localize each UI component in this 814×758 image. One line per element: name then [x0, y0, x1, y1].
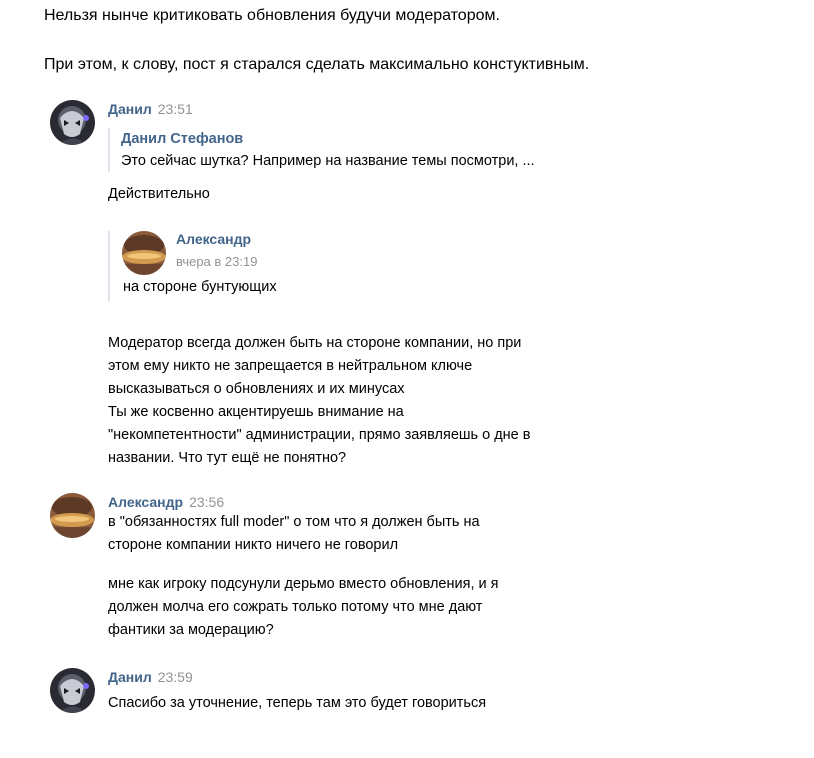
message-time[interactable]: 23:59: [158, 669, 193, 685]
quote-text: на стороне бунтующих: [123, 279, 277, 295]
message-header: Данил 23:59: [108, 668, 193, 686]
message-line: "некомпетентности" администрации, прямо …: [108, 427, 531, 443]
intro-line-2: При этом, к слову, пост я старался сдела…: [44, 56, 590, 73]
message-time[interactable]: 23:56: [189, 494, 224, 510]
dark-character-avatar-icon[interactable]: [50, 668, 95, 713]
author-name[interactable]: Данил: [108, 669, 152, 685]
message-line: Модератор всегда должен быть на стороне …: [108, 335, 522, 351]
message-line: в "обязанностях full moder" о том что я …: [108, 514, 480, 530]
message-text: Действительно: [108, 186, 210, 202]
message-line: стороне компании никто ничего не говорил: [108, 537, 399, 553]
message-line: Спасибо за уточнение, теперь там это буд…: [108, 695, 487, 711]
message-header: Александр 23:56: [108, 493, 224, 511]
reply-block[interactable]: Данил Стефанов Это сейчас шутка? Наприме…: [108, 128, 535, 172]
warm-toned-avatar-icon[interactable]: [122, 231, 166, 275]
message-line: этом ему никто не запрещается в нейтраль…: [108, 358, 473, 374]
message-time[interactable]: 23:51: [158, 101, 193, 117]
message-line: мне как игроку подсунули дерьмо вместо о…: [108, 576, 499, 592]
warm-toned-avatar-icon[interactable]: [50, 493, 95, 538]
message-line: высказываться о обновлениях и их минусах: [108, 381, 405, 397]
author-name[interactable]: Александр: [108, 494, 183, 510]
message-line: должен молча его сожрать только потому ч…: [108, 599, 483, 615]
message-line: фантики за модерацию?: [108, 622, 274, 638]
dark-character-avatar-icon[interactable]: [50, 100, 95, 145]
reply-author: Данил Стефанов: [121, 131, 244, 147]
reply-text: Это сейчас шутка? Например на название т…: [121, 153, 535, 169]
quoted-message[interactable]: Александр вчера в 23:19 на стороне бунту…: [108, 231, 521, 301]
quote-time: вчера в 23:19: [176, 254, 258, 269]
intro-line-1: Нельзя нынче критиковать обновления буду…: [44, 7, 500, 24]
message-line: Ты же косвенно акцентируешь внимание на: [108, 404, 404, 420]
message-line: названии. Что тут ещё не понятно?: [108, 450, 347, 466]
message-header: Данил 23:51: [108, 100, 193, 118]
quote-author[interactable]: Александр: [176, 231, 251, 247]
author-name[interactable]: Данил: [108, 101, 152, 117]
